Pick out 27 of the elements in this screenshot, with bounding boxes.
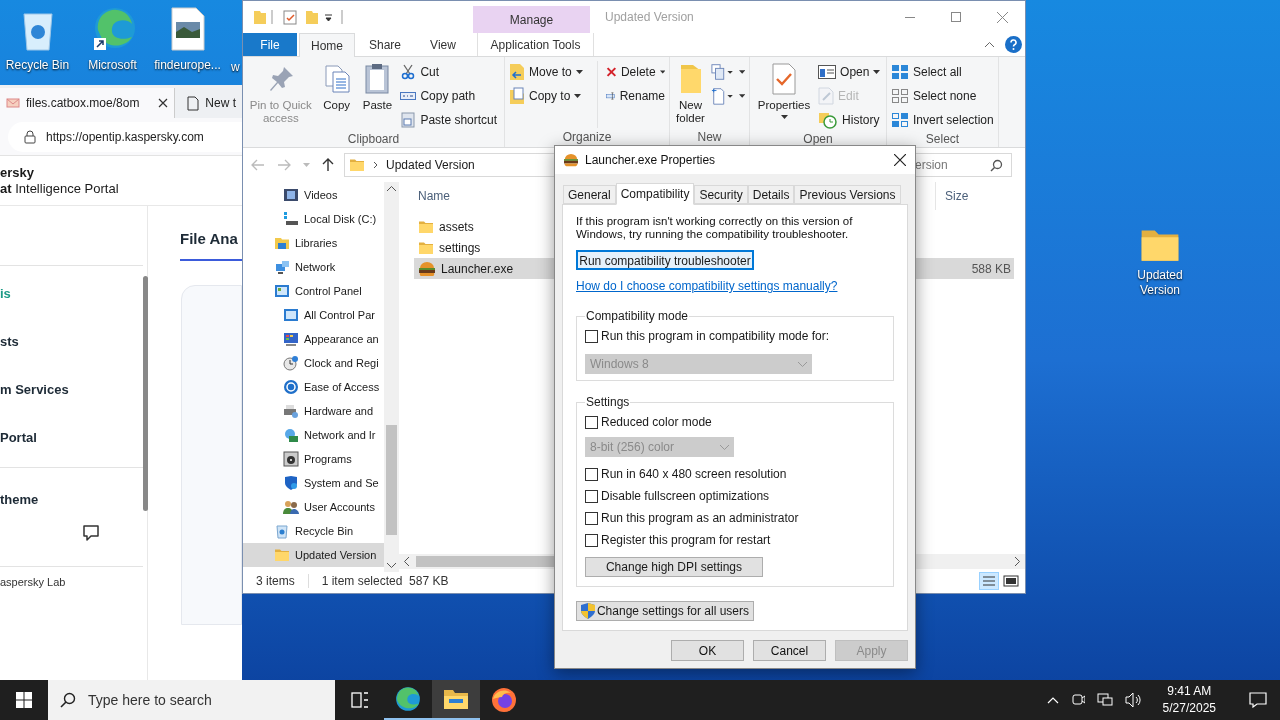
group-title: Compatibility mode bbox=[585, 308, 690, 325]
brand-name: ersky bbox=[0, 164, 35, 181]
window-title: Updated Version bbox=[605, 9, 694, 26]
ribbon-group-label: Select bbox=[924, 131, 961, 148]
portal-title: at Intelligence Portal bbox=[0, 180, 120, 197]
checkbox-label: Run this program in compatibility mode for: bbox=[601, 328, 830, 345]
status-text: 1 item selected 587 KB bbox=[321, 573, 449, 590]
dropdown: Windows 8 bbox=[585, 354, 812, 374]
checkbox-label: Register this program for restart bbox=[601, 532, 771, 549]
checkbox-label: Run this program as an administrator bbox=[601, 510, 799, 527]
ribbon-group-label: Open bbox=[802, 131, 834, 148]
checkbox-label: Run in 640 x 480 screen resolution bbox=[601, 466, 787, 483]
contextual-tab-header: Manage bbox=[473, 6, 590, 33]
tab-title: New t bbox=[205, 95, 236, 112]
group-title: Settings bbox=[585, 394, 631, 411]
dropdown: 8-bit (256) color bbox=[585, 437, 734, 457]
checkbox-label: Disable fullscreen optimizations bbox=[601, 488, 770, 505]
ribbon-group-label: New bbox=[696, 129, 723, 146]
checkbox-label: Reduced color mode bbox=[601, 414, 712, 431]
ribbon-group-label: Organize bbox=[561, 129, 613, 146]
dialog-button: Apply bbox=[835, 640, 908, 661]
ribbon-group-label: Clipboard bbox=[346, 131, 401, 148]
dialog-title: Launcher.exe Properties bbox=[585, 152, 716, 169]
copyright-text: aspersky Lab bbox=[0, 574, 66, 590]
tab-title: files.catbox.moe/8om bbox=[26, 95, 140, 112]
description-text: If this program isn't working correctly on this version of Windows, try running the compatibility troubleshooter. bbox=[576, 215, 854, 241]
status-text: 3 items bbox=[256, 573, 295, 590]
